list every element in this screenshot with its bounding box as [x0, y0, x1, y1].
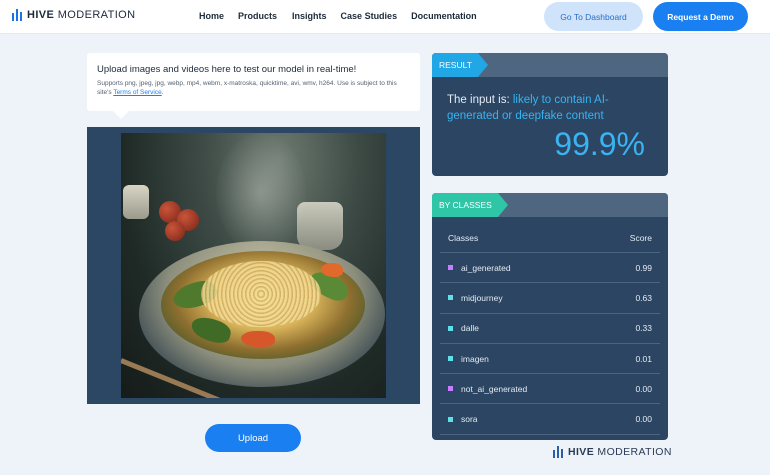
- class-name: imagen: [461, 353, 489, 364]
- class-score: 0.99: [635, 262, 652, 273]
- table-row: sora 0.00: [440, 404, 660, 435]
- footer-logo-text: HIVE MODERATION: [568, 446, 672, 458]
- classes-card: BY CLASSES Classes Score ai_generated 0.…: [432, 193, 668, 440]
- nav-case-studies[interactable]: Case Studies: [341, 11, 398, 21]
- class-name: not_ai_generated: [461, 383, 528, 394]
- class-color-marker: [448, 356, 453, 362]
- hive-bars-icon: [553, 446, 563, 458]
- class-color-marker: [448, 386, 453, 392]
- terms-of-service-link[interactable]: Terms of Service: [113, 89, 161, 96]
- upload-title: Upload images and videos here to test ou…: [97, 64, 357, 75]
- request-demo-button[interactable]: Request a Demo: [653, 2, 748, 31]
- class-name: dalle: [461, 323, 479, 334]
- upload-info-card: Upload images and videos here to test ou…: [87, 53, 420, 119]
- classes-table-header: Classes Score: [440, 223, 660, 253]
- class-name: ai_generated: [461, 262, 511, 273]
- class-color-marker: [448, 325, 453, 331]
- header-score: Score: [629, 232, 652, 243]
- nav-insights[interactable]: Insights: [292, 11, 327, 21]
- class-score: 0.00: [635, 383, 652, 394]
- class-color-marker: [448, 416, 453, 422]
- header-classes: Classes: [448, 232, 479, 243]
- footer-hive-logo: HIVE MODERATION: [553, 446, 672, 458]
- nav-documentation[interactable]: Documentation: [411, 11, 477, 21]
- result-header: RESULT: [432, 53, 668, 77]
- image-preview-panel: [87, 127, 420, 404]
- table-row: not_ai_generated 0.00: [440, 374, 660, 405]
- result-score: 99.9%: [554, 126, 645, 162]
- table-row: imagen 0.01: [440, 344, 660, 375]
- hive-bars-icon: [12, 9, 22, 21]
- nav-links: Home Products Insights Case Studies Docu…: [199, 11, 477, 21]
- result-card: RESULT The input is: likely to contain A…: [432, 53, 668, 176]
- go-to-dashboard-button[interactable]: Go To Dashboard: [544, 2, 643, 31]
- hive-logo[interactable]: HIVE MODERATION: [12, 9, 135, 21]
- by-classes-tag: BY CLASSES: [432, 193, 508, 217]
- logo-text: HIVE MODERATION: [27, 9, 136, 21]
- table-row: midjourney 0.63: [440, 283, 660, 314]
- upload-button[interactable]: Upload: [205, 424, 301, 452]
- result-tag: RESULT: [432, 53, 488, 77]
- result-verdict: The input is: likely to contain AI-gener…: [447, 94, 609, 123]
- classes-header: BY CLASSES: [432, 193, 668, 217]
- class-score: 0.63: [635, 292, 652, 303]
- nav-home[interactable]: Home: [199, 11, 224, 21]
- class-color-marker: [448, 295, 453, 301]
- table-row: ai_generated 0.99: [440, 253, 660, 284]
- class-name: midjourney: [461, 292, 503, 303]
- table-row: dalle 0.33: [440, 314, 660, 344]
- upload-formats: Supports png, jpeg, jpg, webp, mp4, webm…: [97, 80, 397, 97]
- class-color-marker: [448, 265, 453, 271]
- classes-table: Classes Score ai_generated 0.99 midjourn…: [440, 223, 660, 435]
- class-score: 0.33: [635, 323, 652, 334]
- class-score: 0.00: [635, 414, 652, 425]
- class-score: 0.01: [635, 353, 652, 364]
- uploaded-image-ramen: [121, 133, 386, 398]
- top-nav: HIVE MODERATION Home Products Insights C…: [0, 0, 770, 34]
- nav-products[interactable]: Products: [238, 11, 277, 21]
- class-name: sora: [461, 414, 478, 425]
